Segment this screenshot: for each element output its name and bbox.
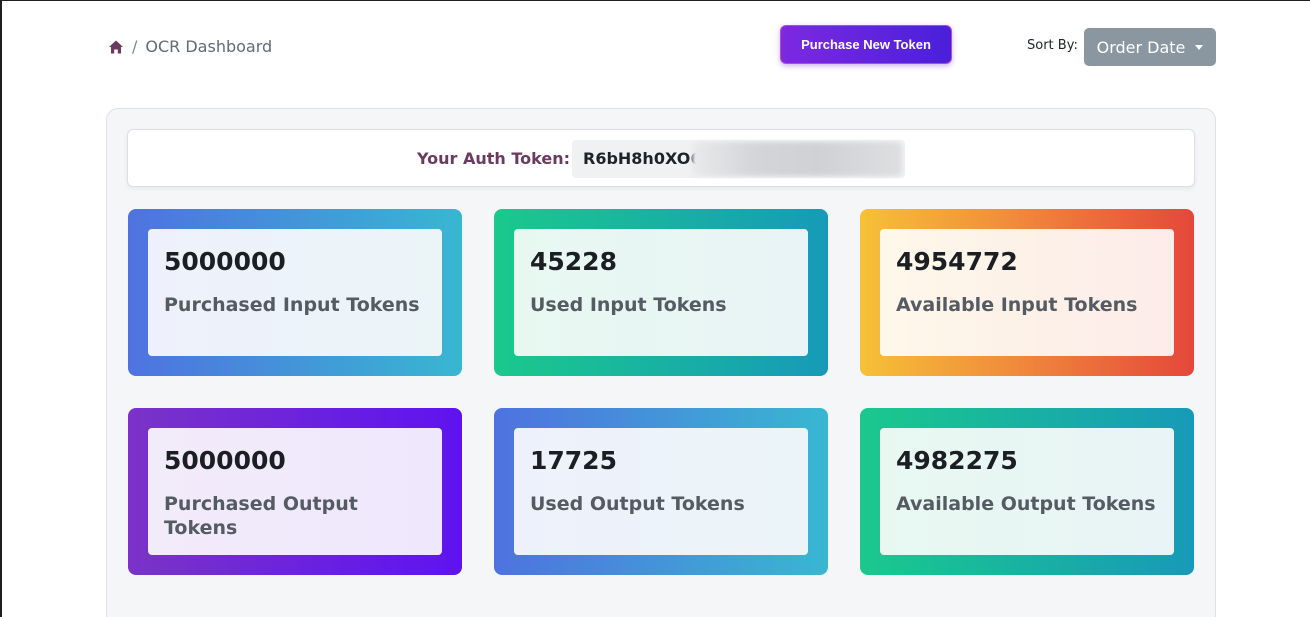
stat-card-body: 5000000 Purchased Input Tokens — [148, 229, 442, 356]
home-icon[interactable] — [108, 39, 124, 55]
stat-value: 5000000 — [164, 247, 286, 276]
stat-value: 17725 — [530, 446, 617, 475]
stat-card-purchased-input: 5000000 Purchased Input Tokens — [128, 209, 462, 376]
breadcrumb-separator: / — [132, 37, 138, 56]
stat-card-purchased-output: 5000000 Purchased Output Tokens — [128, 408, 462, 575]
stat-value: 4982275 — [896, 446, 1018, 475]
stat-card-body: 4954772 Available Input Tokens — [880, 229, 1174, 356]
sort-by-selected: Order Date — [1096, 37, 1186, 57]
stat-value: 45228 — [530, 247, 617, 276]
stat-card-used-input: 45228 Used Input Tokens — [494, 209, 828, 376]
stat-card-body: 45228 Used Input Tokens — [514, 229, 808, 356]
sort-by-dropdown[interactable]: Order Date — [1084, 28, 1216, 66]
auth-token-field[interactable]: R6bH8h0XO6 — [572, 140, 905, 178]
stat-label: Purchased Output Tokens — [164, 493, 358, 539]
stat-value: 4954772 — [896, 247, 1018, 276]
stat-label: Available Output Tokens — [896, 493, 1156, 515]
stat-value: 5000000 — [164, 446, 286, 475]
stat-label: Used Output Tokens — [530, 493, 745, 515]
auth-token-value: R6bH8h0XO6 — [583, 149, 702, 168]
stat-card-available-input: 4954772 Available Input Tokens — [860, 209, 1194, 376]
token-dashboard-panel: Your Auth Token: R6bH8h0XO6 5000000 Purc… — [106, 108, 1216, 617]
stat-card-used-output: 17725 Used Output Tokens — [494, 408, 828, 575]
breadcrumb-current: OCR Dashboard — [145, 37, 273, 56]
auth-token-label: Your Auth Token: — [417, 149, 570, 168]
stat-label: Available Input Tokens — [896, 294, 1138, 316]
purchase-new-token-button[interactable]: Purchase New Token — [780, 25, 952, 64]
auth-token-card: Your Auth Token: R6bH8h0XO6 — [127, 129, 1195, 187]
caret-down-icon — [1195, 44, 1204, 50]
stat-card-available-output: 4982275 Available Output Tokens — [860, 408, 1194, 575]
stat-card-body: 5000000 Purchased Output Tokens — [148, 428, 442, 555]
stat-card-body: 17725 Used Output Tokens — [514, 428, 808, 555]
breadcrumb: / OCR Dashboard — [108, 37, 272, 56]
stat-label: Used Input Tokens — [530, 294, 727, 316]
sort-by-label: Sort By: — [1027, 38, 1078, 53]
stat-label: Purchased Input Tokens — [164, 294, 420, 316]
auth-token-redaction — [692, 142, 902, 176]
stat-card-body: 4982275 Available Output Tokens — [880, 428, 1174, 555]
